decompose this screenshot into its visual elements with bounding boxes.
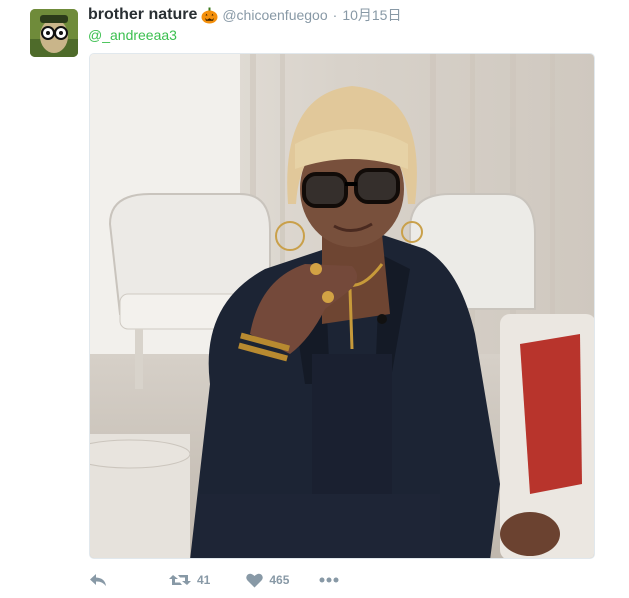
retweet-icon	[169, 572, 191, 588]
display-name[interactable]: brother nature	[88, 6, 197, 24]
retweet-count: 41	[197, 573, 211, 587]
timestamp[interactable]: 10月15日	[342, 5, 401, 25]
reply-context: @_andreeaa3	[88, 27, 177, 43]
avatar-image	[30, 9, 78, 57]
reply-arrow-icon	[89, 572, 107, 588]
retweet-button[interactable]: 41	[169, 572, 210, 588]
like-count: 465	[269, 573, 290, 587]
screen-name[interactable]: @chicoenfuegoo	[222, 7, 327, 23]
more-dots-icon	[319, 577, 339, 583]
more-button[interactable]	[319, 577, 339, 583]
reply-button[interactable]	[89, 572, 107, 588]
tweet-header: brother nature @chicoenfuegoo · 10月15日	[88, 5, 401, 25]
like-button[interactable]: 465	[246, 573, 289, 588]
heart-icon	[246, 573, 264, 588]
tweet-photo[interactable]	[89, 53, 595, 559]
mention-link[interactable]: @_andreeaa3	[88, 27, 177, 43]
tweet-actions: 41 465	[88, 568, 339, 592]
avatar[interactable]	[30, 9, 78, 57]
jack-o-lantern-icon	[201, 7, 218, 24]
header-separator: ·	[332, 7, 338, 23]
photo-image	[90, 54, 594, 558]
